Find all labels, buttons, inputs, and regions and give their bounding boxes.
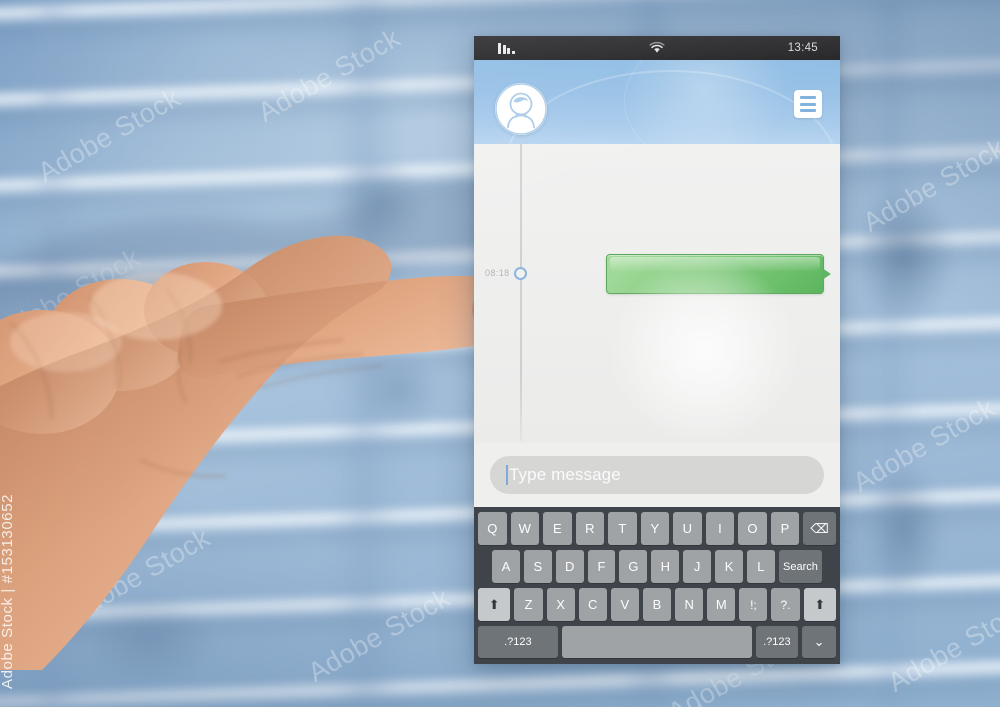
key-p[interactable]: P <box>770 512 800 545</box>
key-g[interactable]: G <box>619 550 648 583</box>
key-e[interactable]: E <box>543 512 572 545</box>
key-exclamation-semicolon[interactable]: !; <box>739 588 768 621</box>
key-i[interactable]: I <box>705 512 735 545</box>
key-u[interactable]: U <box>673 512 702 545</box>
onscreen-keyboard[interactable]: Q W E R T Y U I O P ⌫ A S D F G H J K L … <box>474 507 840 664</box>
wifi-icon <box>649 41 665 59</box>
message-row-outgoing <box>474 254 840 294</box>
shift-right-icon[interactable]: ⬆ <box>803 588 836 621</box>
chat-message-list[interactable]: 08:18 <box>474 144 840 443</box>
key-h[interactable]: H <box>651 550 680 583</box>
wifi-glyph <box>649 41 665 53</box>
status-bar-clock: 13:45 <box>787 42 818 54</box>
hide-keyboard-chevron-down-icon[interactable]: ⌄ <box>802 626 836 658</box>
key-question-period[interactable]: ?. <box>771 588 800 621</box>
hamburger-menu-icon[interactable] <box>794 90 822 118</box>
key-d[interactable]: D <box>555 550 584 583</box>
key-q[interactable]: Q <box>478 512 507 545</box>
message-bubble-outgoing[interactable] <box>606 254 831 294</box>
numeric-switch-left-key[interactable]: .?123 <box>478 626 558 658</box>
keyboard-row-3: ⬆ Z X C V B N M !; ?. ⬆ <box>478 588 836 621</box>
message-composer: Type message <box>474 443 840 507</box>
numeric-switch-right-key[interactable]: .?123 <box>755 626 799 658</box>
key-n[interactable]: N <box>675 588 704 621</box>
key-b[interactable]: B <box>642 588 672 621</box>
shift-left-icon[interactable]: ⬆ <box>478 588 511 621</box>
key-o[interactable]: O <box>738 512 767 545</box>
keyboard-row-4: .?123 .?123 ⌄ <box>478 626 836 658</box>
message-input[interactable]: Type message <box>490 456 824 494</box>
key-j[interactable]: J <box>683 550 712 583</box>
search-key[interactable]: Search <box>778 550 823 583</box>
user-avatar-icon[interactable] <box>495 83 547 135</box>
key-w[interactable]: W <box>510 512 540 545</box>
space-key[interactable] <box>561 626 752 658</box>
key-v[interactable]: V <box>610 588 639 621</box>
backspace-icon[interactable]: ⌫ <box>803 512 836 545</box>
key-s[interactable]: S <box>523 550 552 583</box>
smartphone-device: 13:45 08:18 Type message Q W E R T Y U I… <box>474 36 840 664</box>
key-f[interactable]: F <box>587 550 616 583</box>
key-z[interactable]: Z <box>514 588 543 621</box>
key-r[interactable]: R <box>575 512 605 545</box>
key-k[interactable]: K <box>715 550 743 583</box>
screenshot-root: Adobe Stock Adobe Stock Adobe Stock Adob… <box>0 0 1000 707</box>
key-l[interactable]: L <box>746 550 775 583</box>
message-input-placeholder: Type message <box>509 465 621 484</box>
keyboard-row-2: A S D F G H J K L Search <box>478 550 836 583</box>
text-caret <box>506 465 508 485</box>
key-a[interactable]: A <box>491 550 520 583</box>
avatar-glyph <box>495 83 547 135</box>
key-m[interactable]: M <box>707 588 736 621</box>
key-y[interactable]: Y <box>640 512 670 545</box>
status-bar: 13:45 <box>474 36 840 60</box>
keyboard-row-1: Q W E R T Y U I O P ⌫ <box>478 512 836 545</box>
bubble-gloss <box>610 257 820 271</box>
key-x[interactable]: X <box>546 588 575 621</box>
key-c[interactable]: C <box>578 588 607 621</box>
key-t[interactable]: T <box>608 512 637 545</box>
signal-bars-icon <box>498 42 515 54</box>
